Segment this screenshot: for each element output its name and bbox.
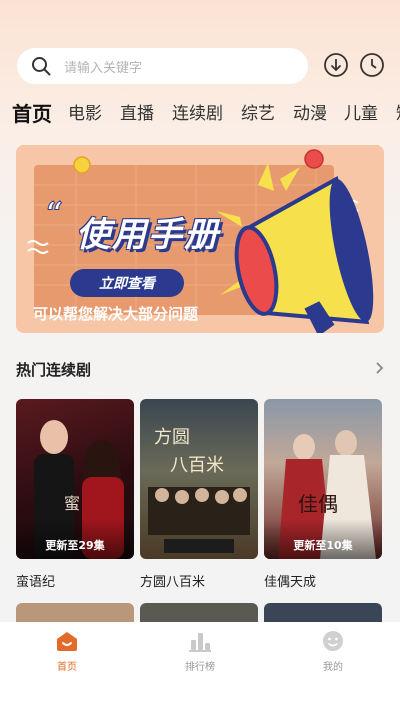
svg-text:蜜: 蜜 [64,494,80,513]
section-title: 热门连续剧 [16,361,92,379]
search-icon [32,57,51,76]
search-bar[interactable]: 请输入关键字 [17,48,308,84]
tab-live[interactable]: 直播 [120,98,154,130]
svg-text:八百米: 八百米 [170,455,224,476]
poster-image: 蜜 更新至29集 [16,399,134,559]
svg-text:方圆: 方圆 [154,427,190,448]
search-placeholder[interactable]: 请输入关键字 [64,57,142,76]
drama-card-partial[interactable] [264,603,382,623]
tab-short[interactable]: 短 [396,98,400,130]
drama-card-partial[interactable] [140,603,258,623]
home-icon [57,632,77,651]
tab-variety[interactable]: 综艺 [241,98,275,130]
tab-anime[interactable]: 动漫 [293,98,327,130]
nav-home[interactable]: 首页 [27,630,107,673]
nav-profile-label: 我的 [323,662,343,673]
svg-text:“: “ [46,196,63,231]
drama-card[interactable]: 方圆 八百米 方圆八百米 [140,399,258,590]
nav-home-label: 首页 [57,662,77,673]
banner-view-button[interactable]: 立即查看 [70,269,184,297]
ranking-icon [189,633,211,652]
profile-icon [323,631,343,651]
drama-card[interactable]: 蜜 更新至29集 蛮语纪 [16,399,134,590]
tab-home[interactable]: 首页 [12,98,52,130]
download-icon[interactable] [323,52,349,78]
drama-card[interactable]: 佳偶 更新至10集 佳偶天成 [264,399,382,590]
episode-badge: 更新至10集 [293,539,353,552]
poster-image: 方圆 八百米 [140,399,258,559]
bottom-nav: 首页 排行榜 我的 [0,622,400,709]
tab-movie[interactable]: 电影 [68,98,102,130]
banner-subtitle: 可以帮您解决大部分问题 [33,305,199,323]
poster-image: 佳偶 更新至10集 [264,399,382,559]
banner-manual[interactable]: “ 使用手册 立即查看 可以帮您解决大部分问题 [16,145,384,333]
svg-text:佳偶: 佳偶 [298,492,338,516]
category-tabs: 首页 电影 直播 连续剧 综艺 动漫 儿童 短 [0,98,400,130]
drama-card-partial[interactable] [16,603,134,623]
nav-ranking[interactable]: 排行榜 [160,630,240,673]
tab-series[interactable]: 连续剧 [172,98,223,130]
card-title: 佳偶天成 [264,575,317,590]
banner-title: 使用手册 [76,215,220,255]
episode-badge: 更新至29集 [45,539,105,552]
clock-icon[interactable] [359,52,385,78]
card-title: 蛮语纪 [16,575,56,590]
nav-ranking-label: 排行榜 [185,662,215,673]
chevron-right-icon[interactable] [372,360,386,376]
tab-kids[interactable]: 儿童 [344,98,378,130]
nav-profile[interactable]: 我的 [293,630,373,673]
card-title: 方圆八百米 [140,575,206,590]
